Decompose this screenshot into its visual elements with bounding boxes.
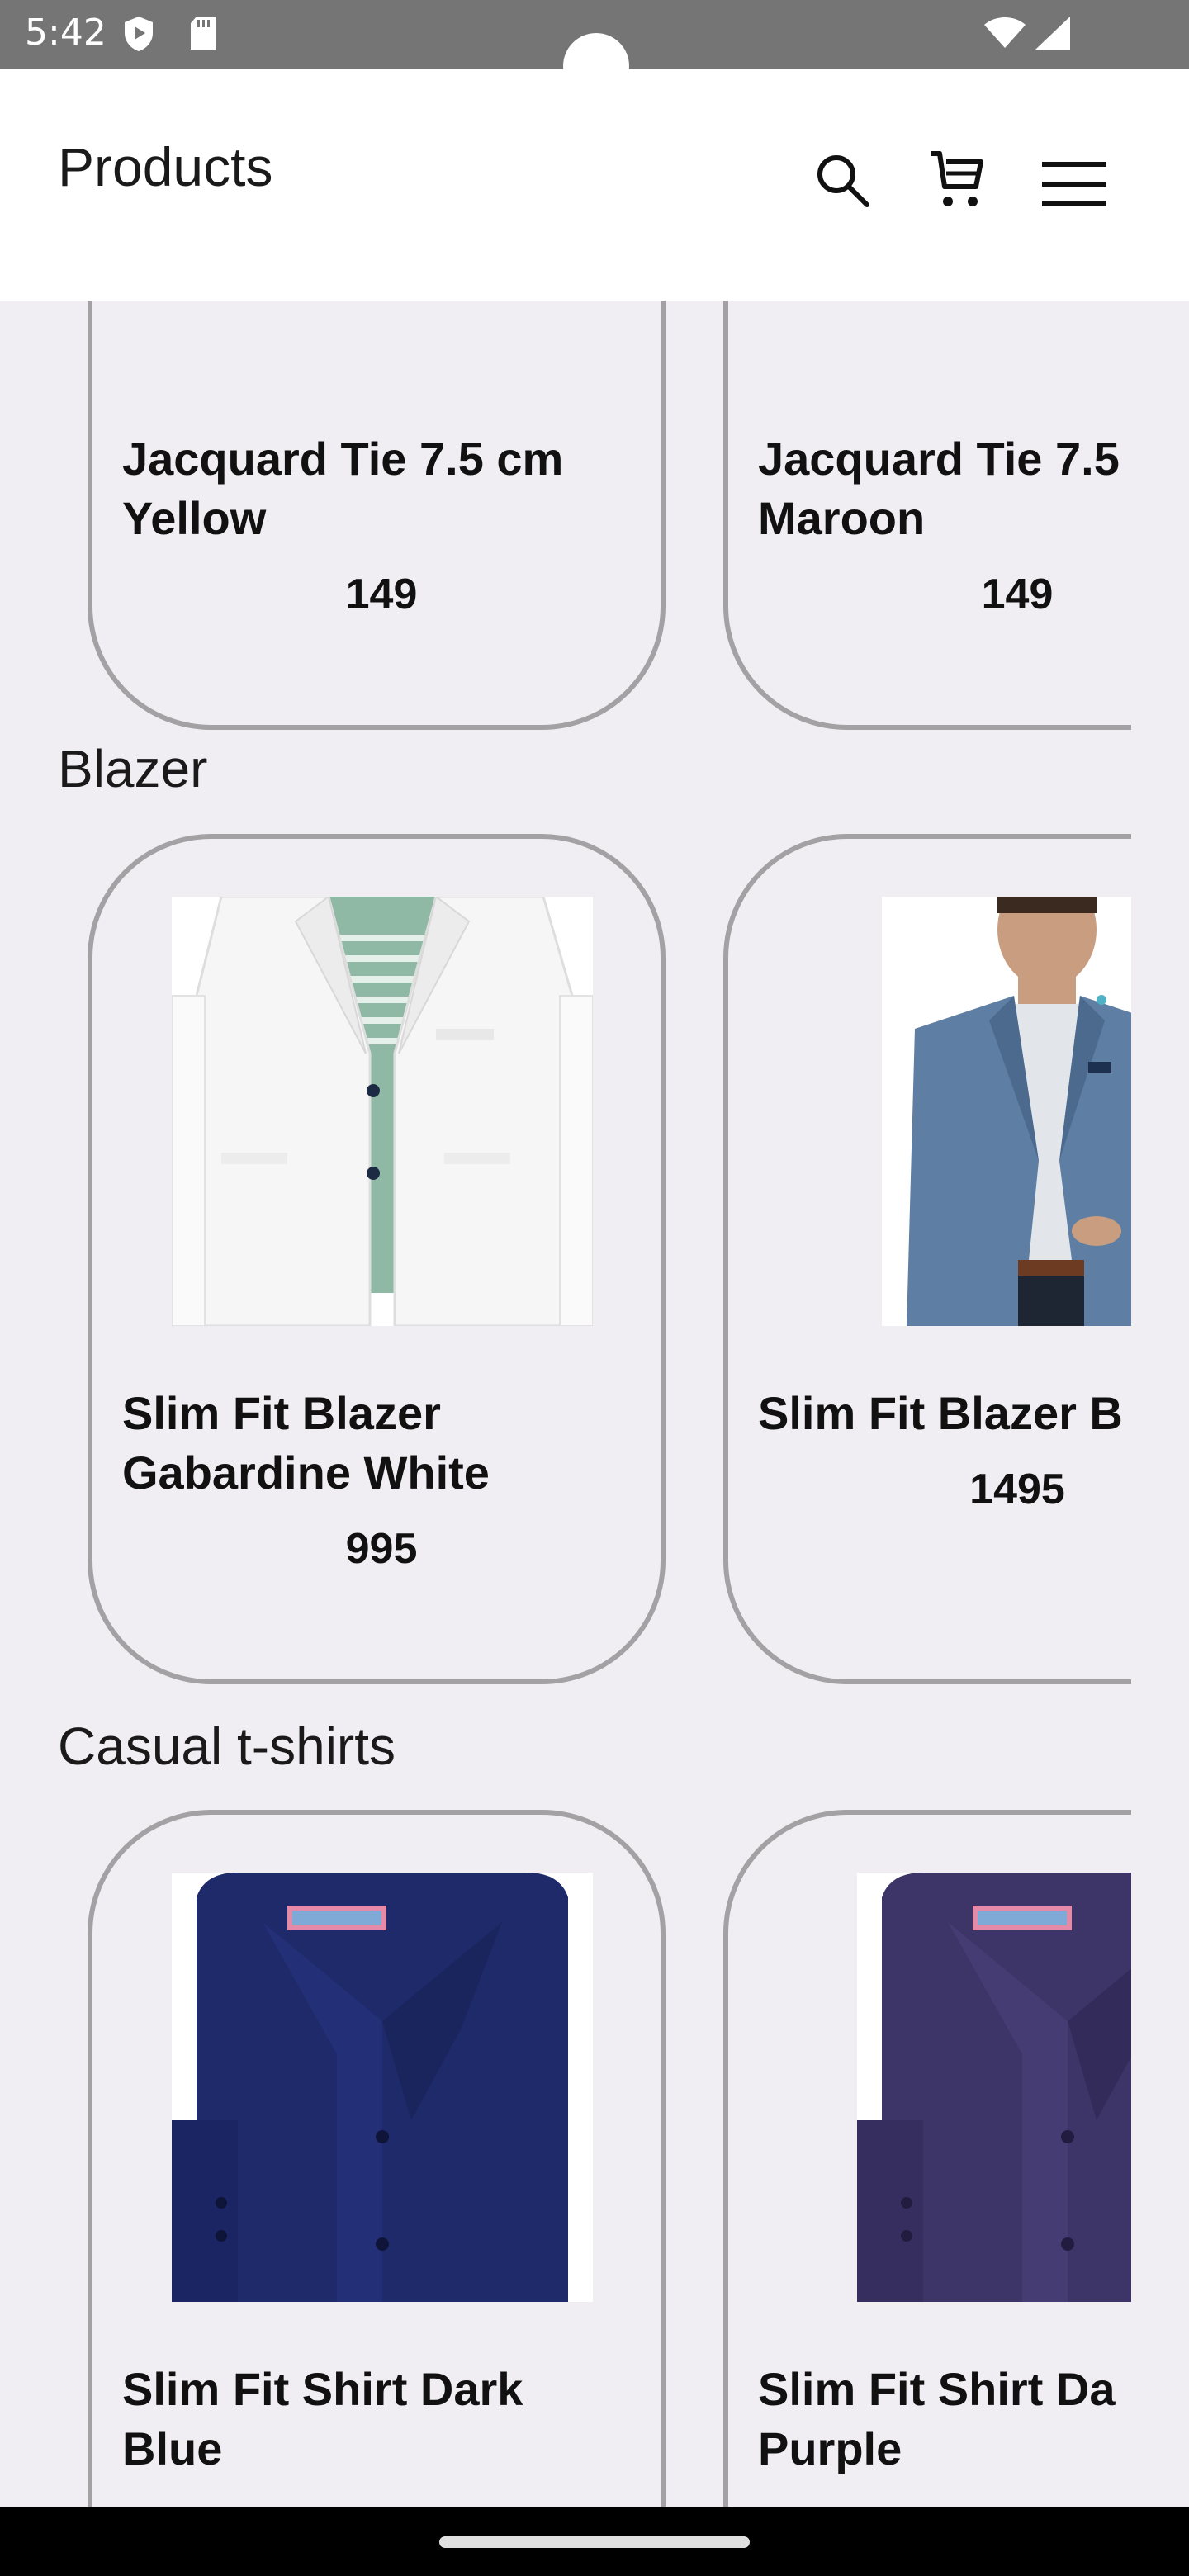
- section-casual-tshirts: Casual t-shirts Slim Fit Shirt Dark Blue…: [0, 1704, 1189, 2507]
- app-bar: Products: [0, 69, 1189, 301]
- search-icon[interactable]: [814, 152, 872, 210]
- navigation-bar: [0, 2507, 1189, 2576]
- product-price: 1495: [969, 1466, 1065, 1513]
- product-name: Slim Fit Shirt Da Purple: [758, 2363, 1116, 2474]
- product-card[interactable]: Slim Fit Shirt Da Purple: [723, 1810, 1131, 2507]
- product-row[interactable]: Jacquard Tie 7.5 cm Yellow 149 Jacquard …: [0, 301, 1131, 738]
- product-price: 149: [981, 571, 1054, 618]
- product-name: Slim Fit Shirt Dark Blue: [122, 2363, 523, 2474]
- home-gesture-handle[interactable]: [439, 2536, 750, 2548]
- product-card[interactable]: Jacquard Tie 7.5 Maroon 149: [723, 301, 1131, 730]
- section-title: Casual t-shirts: [58, 1717, 396, 1776]
- product-image-dark-purple-shirt: [857, 1873, 1131, 2302]
- product-card[interactable]: Slim Fit Blazer Gabardine White 995: [88, 834, 666, 1684]
- product-name: Slim Fit Blazer B: [758, 1387, 1123, 1439]
- signal-icon: [1035, 17, 1070, 50]
- status-bar: 5:42: [0, 0, 1189, 99]
- product-row[interactable]: Slim Fit Blazer Gabardine White 995 Slim…: [0, 834, 1131, 1693]
- product-image-dark-blue-shirt: [172, 1873, 593, 2302]
- cart-icon[interactable]: [928, 149, 986, 211]
- product-list[interactable]: Jacquard Tie 7.5 cm Yellow 149 Jacquard …: [0, 301, 1189, 2507]
- product-card[interactable]: Slim Fit Blazer B 1495: [723, 834, 1131, 1684]
- section-ties: Jacquard Tie 7.5 cm Yellow 149 Jacquard …: [0, 301, 1189, 730]
- wifi-icon: [984, 17, 1026, 48]
- shield-play-icon: [125, 17, 153, 51]
- product-row[interactable]: Slim Fit Shirt Dark Blue Slim Fit Shirt …: [0, 1810, 1131, 2507]
- page-title: Products: [58, 136, 273, 197]
- sd-card-icon: [191, 17, 216, 50]
- product-name: Slim Fit Blazer Gabardine White: [122, 1387, 490, 1499]
- product-price: 995: [345, 1525, 418, 1573]
- status-time: 5:42: [25, 12, 107, 54]
- section-blazer: Blazer Slim Fit Blazer Gabardine White 9…: [0, 722, 1189, 1704]
- product-name: Jacquard Tie 7.5 Maroon: [758, 433, 1120, 544]
- product-price: 149: [345, 571, 418, 618]
- product-card[interactable]: Jacquard Tie 7.5 cm Yellow 149: [88, 301, 666, 730]
- product-card[interactable]: Slim Fit Shirt Dark Blue: [88, 1810, 666, 2507]
- product-image-white-blazer: [172, 897, 593, 1326]
- product-image-blue-blazer: [882, 897, 1131, 1326]
- section-title: Blazer: [58, 739, 208, 798]
- product-name: Jacquard Tie 7.5 cm Yellow: [122, 433, 564, 544]
- menu-icon[interactable]: [1042, 162, 1106, 206]
